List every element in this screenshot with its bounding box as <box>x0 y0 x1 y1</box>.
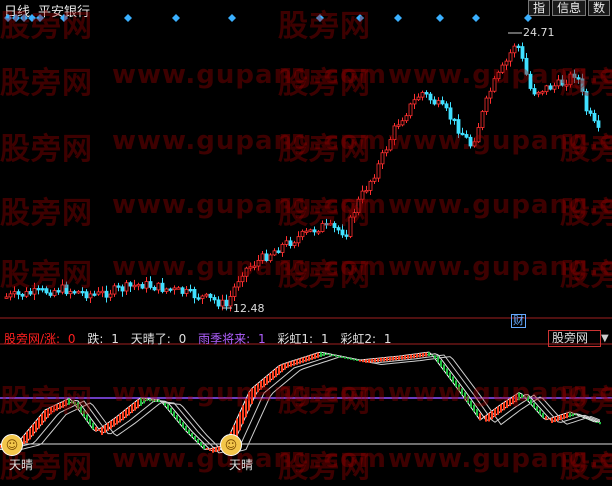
signal-diamond-markers <box>4 14 532 22</box>
high-price-label: 24.71 <box>523 26 555 39</box>
triangle-down-icon[interactable]: ▼ <box>601 333 609 344</box>
low-price-label: 12.48 <box>233 302 265 315</box>
diamond-icon <box>472 14 480 22</box>
signal-label-left: 天晴 <box>9 458 34 472</box>
diamond-icon <box>228 14 236 22</box>
legend-item-rise: 股旁网/涨: 0 <box>4 332 76 346</box>
diamond-icon <box>20 14 28 22</box>
diamond-icon <box>60 14 68 22</box>
diamond-icon <box>436 14 444 22</box>
diamond-icon <box>12 14 20 22</box>
finance-marker[interactable]: 财 <box>511 314 526 328</box>
indicator-legend: 股旁网/涨: 0 跌: 1 天晴了: 0 雨季将来: 1 彩虹1: 1 彩虹2:… <box>4 330 400 347</box>
diamond-icon <box>4 14 12 22</box>
legend-item-fall: 跌: 1 <box>87 332 119 346</box>
diamond-icon <box>316 14 324 22</box>
diamond-icon <box>356 14 364 22</box>
diamond-icon <box>394 14 402 22</box>
legend-item-rainy-season: 雨季将来: 1 <box>198 332 266 346</box>
diamond-icon <box>124 14 132 22</box>
rainbow-indicator <box>0 351 601 455</box>
smiley-sun-icon: ☺ <box>1 434 23 456</box>
diamond-icon <box>28 14 36 22</box>
diamond-icon <box>172 14 180 22</box>
legend-item-rainbow1: 彩虹1: 1 <box>277 332 329 346</box>
diamond-icon <box>524 14 532 22</box>
diamond-icon <box>36 14 44 22</box>
candlestick-series <box>4 42 601 312</box>
legend-item-rainbow2: 彩虹2: 1 <box>340 332 392 346</box>
smiley-sun-icon: ☺ <box>220 434 242 456</box>
kline-chart[interactable] <box>0 0 612 486</box>
signal-label-right: 天晴 <box>229 458 254 472</box>
indicator-select[interactable]: 股旁网 <box>548 330 601 347</box>
legend-item-sunny: 天晴了: 0 <box>130 332 187 346</box>
